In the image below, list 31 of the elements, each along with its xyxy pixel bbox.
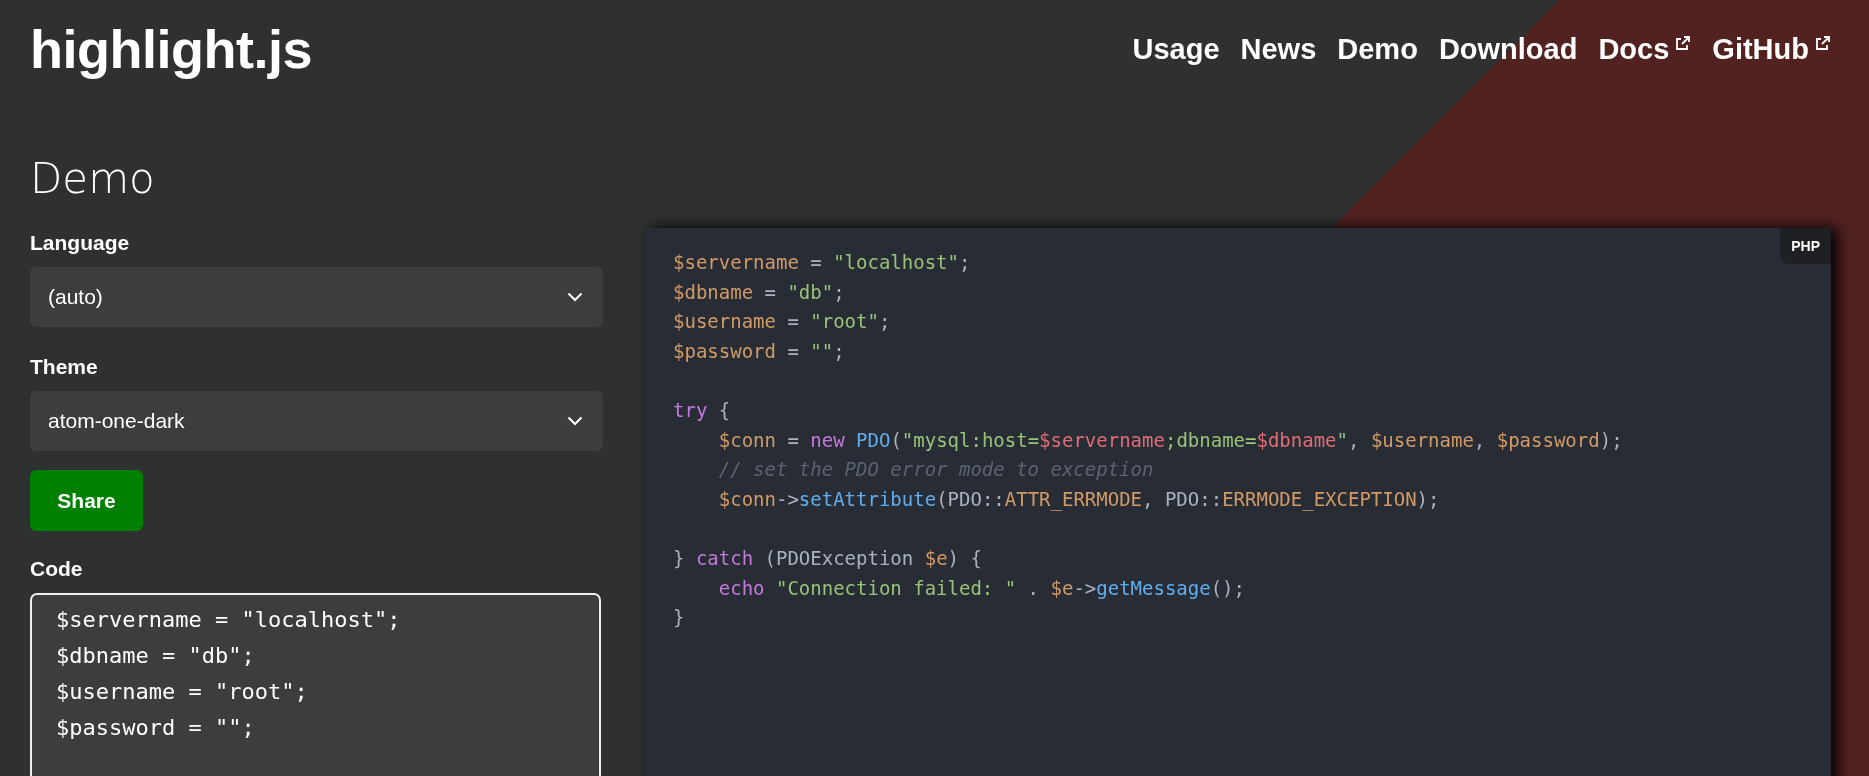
code-input-field[interactable]: $servername = "localhost"; $dbname = "db"; $username = "root"; $password = "";: [30, 593, 601, 776]
code-line: $conn->setAttribute(PDO::ATTR_ERRMODE, PDO::ERRMODE_EXCEPTION);: [717, 486, 1441, 513]
field-label: Language: [30, 231, 131, 255]
site-logo[interactable]: highlight.js: [30, 18, 312, 80]
external-link-icon: [1815, 34, 1831, 51]
nav-link[interactable]: Docs: [1598, 32, 1692, 66]
code-comment: // set the PDO error mode to exception: [717, 457, 1155, 483]
code-line: $dbname = "db";: [673, 279, 846, 305]
code-line: $servername = "localhost";: [673, 250, 972, 275]
nav-link[interactable]: Usage: [1132, 32, 1220, 66]
code-line: $conn = new PDO("mysql:host=$servername;dbname=$dbname", $username, $password);: [717, 427, 1624, 453]
share-button[interactable]: Share: [30, 470, 143, 531]
language-badge: PHP: [1780, 228, 1831, 264]
language-select[interactable]: (auto): [30, 267, 603, 327]
external-link-icon: [1675, 34, 1692, 51]
field-label: Code: [30, 557, 84, 581]
code-line: echo "Connection failed: " . $e->getMessage();: [717, 575, 1246, 601]
code-line: } catch (PDOException $e) {: [673, 545, 983, 571]
code-line: $username = "root";: [673, 309, 892, 335]
nav-link[interactable]: Download: [1438, 32, 1578, 66]
theme-select[interactable]: atom-one-dark: [30, 391, 603, 451]
code-line: }: [673, 605, 686, 631]
chevron-down-icon: [567, 416, 583, 426]
field-label: Theme: [30, 355, 99, 379]
code-line: try {: [673, 397, 732, 423]
nav-link[interactable]: GitHub: [1712, 32, 1831, 66]
page-heading: Demo: [30, 154, 156, 203]
chevron-down-icon: [567, 292, 583, 302]
nav-link[interactable]: Demo: [1337, 32, 1418, 66]
code-line: $password = "";: [673, 338, 846, 364]
nav-link[interactable]: News: [1240, 32, 1317, 66]
